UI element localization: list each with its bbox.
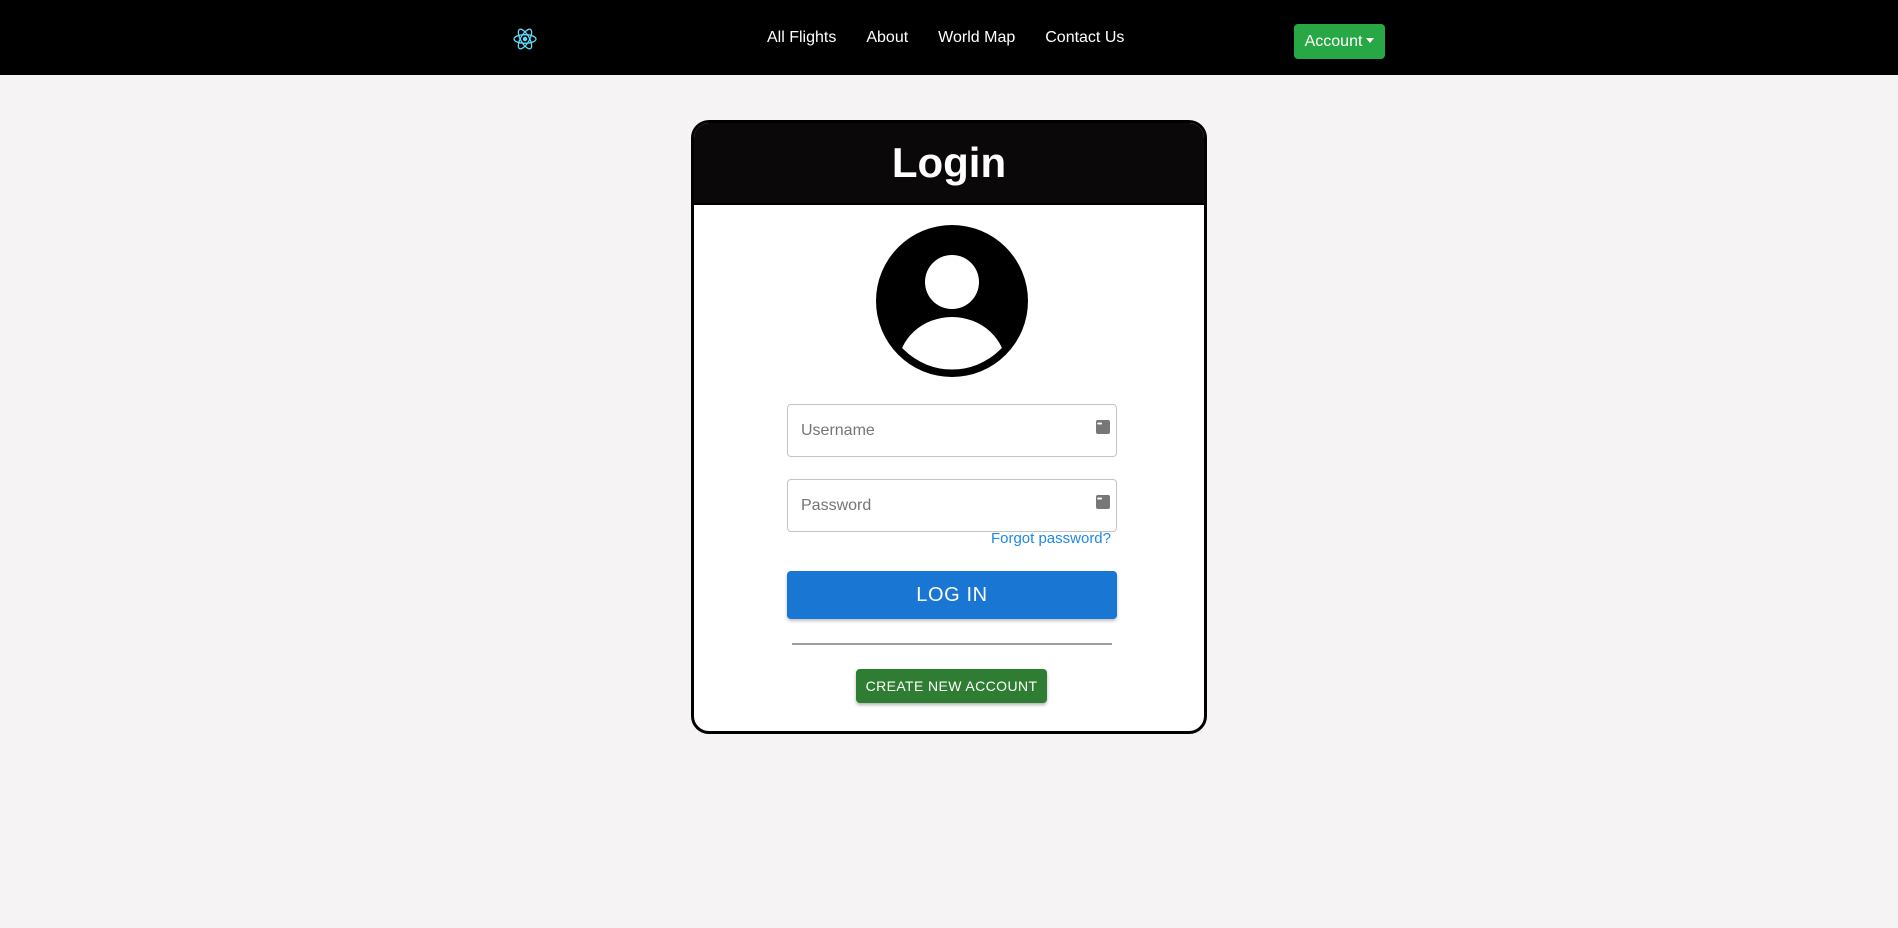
caret-down-icon xyxy=(1366,38,1375,43)
account-label: Account xyxy=(1304,33,1363,50)
password-manager-icon[interactable] xyxy=(1096,495,1110,509)
nav-links: All Flights About World Map Contact Us xyxy=(752,27,1139,49)
login-card: Login Forgot password? LOG IN CREATE NEW… xyxy=(691,120,1207,734)
username-field xyxy=(787,404,1117,457)
forgot-password-link[interactable]: Forgot password? xyxy=(991,530,1111,548)
nav-link-world-map[interactable]: World Map xyxy=(923,27,1030,49)
password-input[interactable] xyxy=(788,480,1116,531)
nav-link-about[interactable]: About xyxy=(851,27,923,49)
password-field xyxy=(787,479,1117,532)
nav-link-contact-us[interactable]: Contact Us xyxy=(1030,27,1139,49)
password-manager-icon[interactable] xyxy=(1096,420,1110,434)
react-logo-icon[interactable] xyxy=(512,26,538,52)
nav-link-all-flights[interactable]: All Flights xyxy=(752,27,851,49)
username-input[interactable] xyxy=(788,405,1116,456)
account-dropdown-button[interactable]: Account xyxy=(1294,24,1385,59)
page-title: Login xyxy=(891,139,1007,186)
divider xyxy=(792,643,1112,645)
login-card-header: Login xyxy=(694,123,1204,205)
create-account-button[interactable]: CREATE NEW ACCOUNT xyxy=(856,669,1047,703)
top-navbar: All Flights About World Map Contact Us A… xyxy=(0,0,1898,75)
user-circle-icon xyxy=(876,225,1028,377)
login-button[interactable]: LOG IN xyxy=(787,571,1117,619)
